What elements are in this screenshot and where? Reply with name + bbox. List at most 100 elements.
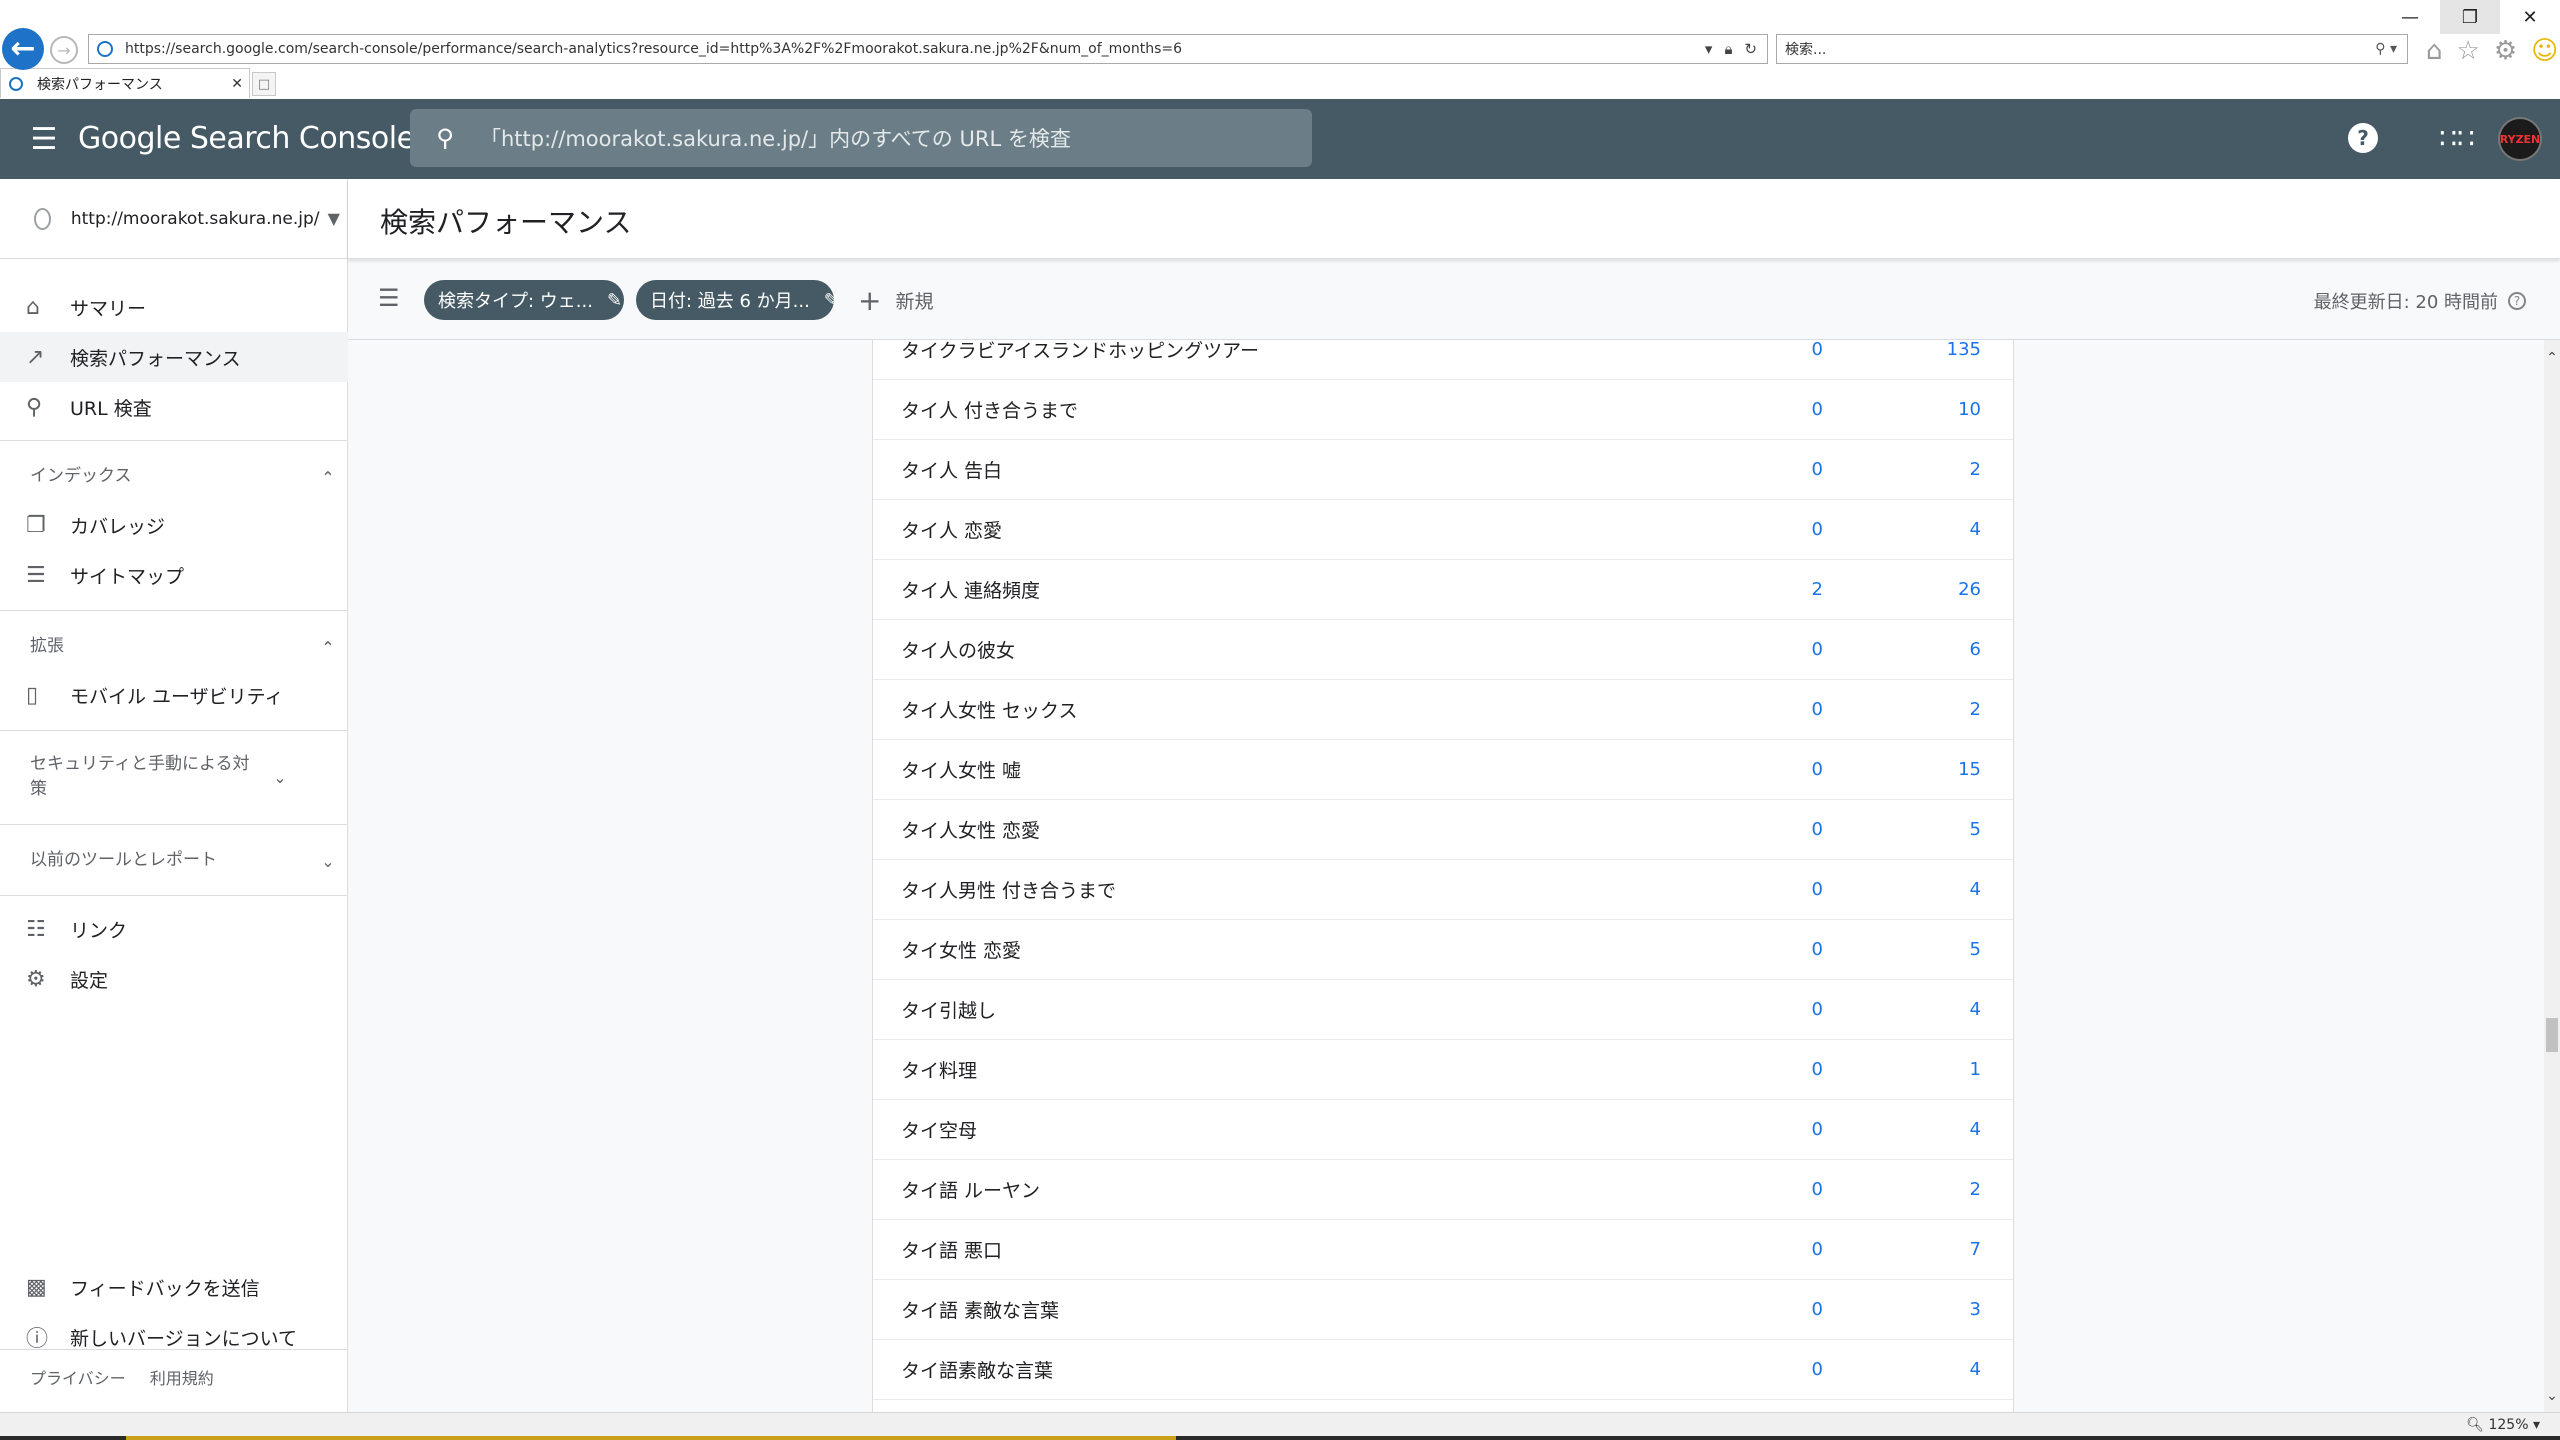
table-row[interactable]: タイ女性 恋愛 0 5 bbox=[873, 920, 2013, 980]
clicks-cell: 0 bbox=[1811, 759, 1823, 780]
plus-icon: + bbox=[858, 284, 882, 317]
impressions-cell: 15 bbox=[1958, 759, 1981, 780]
close-icon[interactable]: ✕ bbox=[2500, 0, 2560, 34]
last-updated-text: 最終更新日: 20 時間前 bbox=[2313, 292, 2498, 313]
table-row[interactable]: タイ語 素敵な言葉 0 3 bbox=[873, 1280, 2013, 1340]
sidebar-item-feedback[interactable]: ▩ フィードバックを送信 bbox=[0, 1262, 348, 1312]
privacy-link[interactable]: プライバシー bbox=[30, 1365, 126, 1389]
section-index[interactable]: インデックス ⌃ bbox=[0, 459, 348, 495]
table-row[interactable]: タイ人女性 恋愛 0 5 bbox=[873, 800, 2013, 860]
chevron-down-icon: ⌄ bbox=[273, 767, 287, 787]
sidebar-item-performance[interactable]: ↗ 検索パフォーマンス bbox=[0, 332, 348, 382]
browser-search-box[interactable]: 検索... ⚲ ▾ bbox=[1776, 34, 2408, 64]
sidebar-item-label: 設定 bbox=[70, 969, 109, 992]
address-bar[interactable]: https://search.google.com/search-console… bbox=[88, 34, 1768, 64]
table-row[interactable]: タイ料理 0 1 bbox=[873, 1040, 2013, 1100]
smartphone-icon: ▯ bbox=[26, 682, 39, 708]
app-title[interactable]: Google Search Console bbox=[78, 121, 415, 156]
filter-icon[interactable]: ☰ bbox=[378, 284, 400, 312]
table-row[interactable]: タイ人 告白 0 2 bbox=[873, 440, 2013, 500]
smiley-feedback-icon[interactable]: ☺ bbox=[2531, 36, 2558, 66]
table-row[interactable]: タイ人 連絡頻度 2 26 bbox=[873, 560, 2013, 620]
clicks-cell: 0 bbox=[1811, 819, 1823, 840]
search-icon[interactable]: ⚲ ▾ bbox=[2375, 41, 2407, 57]
tab-close-icon[interactable]: ✕ bbox=[231, 76, 243, 92]
address-url[interactable]: https://search.google.com/search-console… bbox=[125, 41, 1705, 57]
table-row[interactable]: タイ人 付き合うまで 0 10 bbox=[873, 380, 2013, 440]
scroll-thumb[interactable] bbox=[2546, 1018, 2558, 1052]
section-legacy-tools[interactable]: 以前のツールとレポート ⌄ bbox=[0, 843, 348, 879]
scroll-down-icon[interactable]: ⌄ bbox=[2544, 1388, 2560, 1404]
chevron-down-icon: ▾ bbox=[2532, 1417, 2540, 1433]
property-selector[interactable]: http://moorakot.sakura.ne.jp/ ▼ bbox=[0, 179, 348, 259]
gear-icon[interactable]: ⚙ bbox=[2494, 36, 2517, 66]
table-row[interactable]: タイ語 悪口 0 7 bbox=[873, 1220, 2013, 1280]
zoom-icon: 🔍︎ bbox=[2466, 1417, 2485, 1433]
new-tab-icon[interactable]: □ bbox=[252, 72, 276, 96]
clicks-cell: 0 bbox=[1811, 1299, 1823, 1320]
refresh-icon[interactable]: ↻ bbox=[1744, 40, 1757, 58]
table-row[interactable]: タイ人の彼女 0 6 bbox=[873, 620, 2013, 680]
section-security[interactable]: セキュリティと手動による対策 ⌄ bbox=[0, 749, 348, 805]
clicks-cell: 0 bbox=[1811, 939, 1823, 960]
url-inspection-search[interactable]: ⚲ 「http://moorakot.sakura.ne.jp/」内のすべての … bbox=[410, 109, 1312, 167]
queries-table: タイクラビアイスランドホッピングツアー 0 135 タイ人 付き合うまで 0 10 タイ人 … bbox=[872, 340, 2014, 1412]
impressions-cell: 2 bbox=[1969, 699, 1981, 720]
terms-link[interactable]: 利用規約 bbox=[150, 1365, 214, 1389]
sidebar-item-summary[interactable]: ⌂ サマリー bbox=[0, 282, 348, 332]
home-icon[interactable]: ⌂ bbox=[2426, 36, 2443, 66]
table-row[interactable]: タイ引越し 0 4 bbox=[873, 980, 2013, 1040]
table-row[interactable]: タイ語素敵な言葉 0 4 bbox=[873, 1340, 2013, 1400]
avatar[interactable]: RYZEN bbox=[2498, 117, 2542, 161]
impressions-cell: 2 bbox=[1969, 1179, 1981, 1200]
add-filter-button[interactable]: + 新規 bbox=[858, 284, 933, 317]
table-row[interactable]: タイ人男性 付き合うまで 0 4 bbox=[873, 860, 2013, 920]
query-cell: タイ語 素敵な言葉 bbox=[901, 1300, 1060, 1322]
scroll-up-icon[interactable]: ⌃ bbox=[2544, 350, 2560, 366]
help-circle-icon[interactable]: ? bbox=[2508, 292, 2526, 310]
search-type-filter-chip[interactable]: 検索タイプ: ウェ... ✎ bbox=[424, 280, 624, 320]
chevron-down-icon: ▼ bbox=[327, 209, 340, 228]
help-icon[interactable]: ? bbox=[2348, 123, 2378, 153]
lock-icon[interactable]: 🔒︎ bbox=[1724, 40, 1732, 58]
sidebar-item-settings[interactable]: ⚙ 設定 bbox=[0, 954, 348, 1004]
browser-tab[interactable]: 検索パフォーマンス ✕ bbox=[0, 68, 250, 98]
sidebar-item-mobile-usability[interactable]: ▯ モバイル ユーザビリティ bbox=[0, 670, 348, 720]
minimize-icon[interactable]: — bbox=[2380, 0, 2440, 34]
table-row[interactable]: タイ人女性 嘘 0 15 bbox=[873, 740, 2013, 800]
sidebar-item-sitemaps[interactable]: ☰ サイトマップ bbox=[0, 550, 348, 600]
dropdown-icon[interactable]: ▾ bbox=[1705, 40, 1713, 58]
back-arrow-icon[interactable]: ← bbox=[2, 28, 44, 70]
sidebar-item-label: フィードバックを送信 bbox=[70, 1277, 260, 1300]
sidebar-item-about-new-version[interactable]: ⓘ 新しいバージョンについて bbox=[0, 1312, 348, 1362]
sidebar-item-links[interactable]: ☷ リンク bbox=[0, 904, 348, 954]
table-row[interactable]: タイ人 恋愛 0 4 bbox=[873, 500, 2013, 560]
date-filter-chip[interactable]: 日付: 過去 6 か月... ✎ bbox=[636, 280, 839, 320]
table-row[interactable]: タイ人女性 セックス 0 2 bbox=[873, 680, 2013, 740]
forward-arrow-icon[interactable]: → bbox=[50, 36, 78, 64]
query-cell: タイ人女性 嘘 bbox=[901, 760, 1022, 782]
clicks-cell: 0 bbox=[1811, 1179, 1823, 1200]
search-icon: ⚲ bbox=[26, 394, 43, 420]
chip-label: 検索タイプ: ウェ... bbox=[438, 291, 593, 312]
sidebar-item-coverage[interactable]: ❐ カバレッジ bbox=[0, 500, 348, 550]
query-cell: タイ女性 恋愛 bbox=[901, 940, 1022, 962]
zoom-level[interactable]: 🔍︎ 125% ▾ bbox=[2466, 1417, 2540, 1433]
query-cell: タイ人の彼女 bbox=[901, 640, 1016, 662]
query-cell: タイ語 ルーヤン bbox=[901, 1180, 1041, 1202]
clicks-cell: 0 bbox=[1811, 699, 1823, 720]
sidebar-item-url-inspection[interactable]: ⚲ URL 検査 bbox=[0, 382, 348, 432]
hamburger-menu-icon[interactable]: ☰ bbox=[24, 119, 64, 159]
impressions-cell: 4 bbox=[1969, 879, 1981, 900]
favorites-star-icon[interactable]: ☆ bbox=[2457, 36, 2480, 66]
apps-grid-icon[interactable]: ∷∷ bbox=[2439, 121, 2475, 155]
impressions-cell: 26 bbox=[1958, 579, 1981, 600]
section-enhancements[interactable]: 拡張 ⌃ bbox=[0, 629, 348, 665]
restore-icon[interactable]: ❐ bbox=[2440, 0, 2500, 34]
table-row[interactable]: タイクラビアイスランドホッピングツアー 0 135 bbox=[873, 340, 2013, 380]
table-row[interactable]: タイ空母 0 4 bbox=[873, 1100, 2013, 1160]
tab-title: 検索パフォーマンス bbox=[37, 76, 163, 93]
table-row[interactable]: タイ語 ルーヤン 0 2 bbox=[873, 1160, 2013, 1220]
page-scrollbar[interactable]: ⌃ ⌄ bbox=[2544, 340, 2560, 1412]
property-url: http://moorakot.sakura.ne.jp/ bbox=[70, 208, 320, 229]
